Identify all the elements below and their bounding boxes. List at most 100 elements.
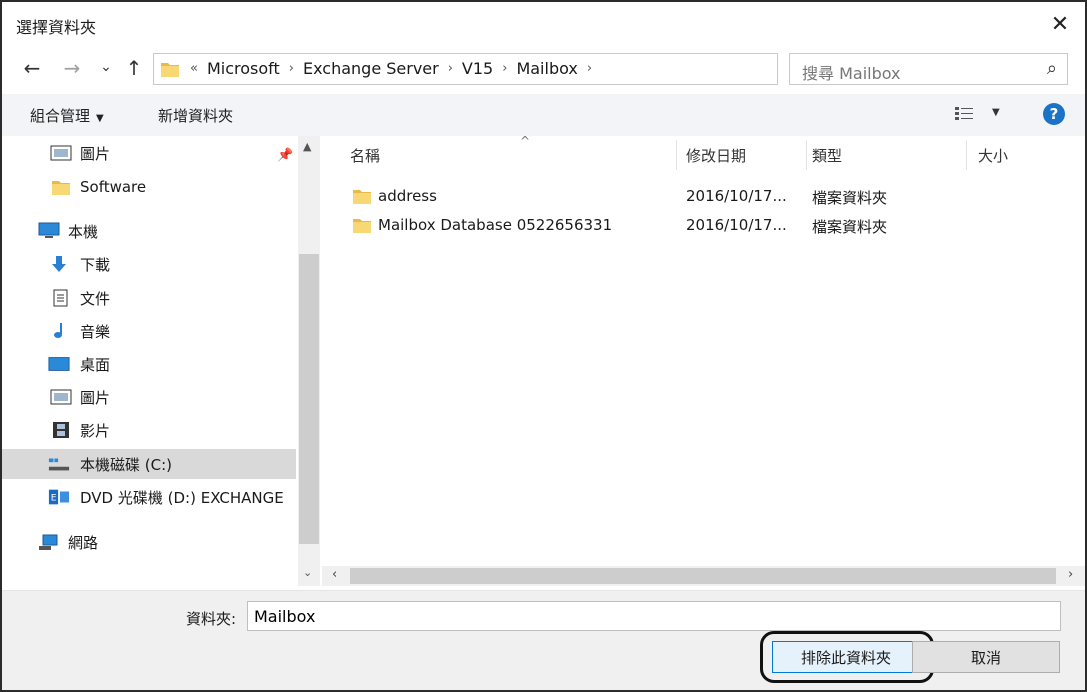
videos-icon [53,422,69,438]
organize-label: 組合管理 [30,107,91,125]
help-icon[interactable]: ? [1043,103,1065,125]
scroll-right-icon[interactable]: › [1068,567,1073,582]
search-placeholder: 搜尋 Mailbox [802,64,901,83]
folder-icon [353,190,371,204]
horizontal-scrollbar[interactable]: ‹ › [322,566,1085,586]
organize-button[interactable]: 組合管理 ▼ [30,105,104,126]
sidebar-item-label: 圖片 [80,388,111,407]
sort-ascending-icon: ^ [520,134,531,148]
sidebar-item-software[interactable]: Software [2,172,296,202]
up-arrow-icon[interactable]: ↑ [122,56,146,80]
folder-picker-dialog: 選擇資料夾 ✕ ← → ⌄ ↑ « Microsoft › Exchange S… [0,0,1087,692]
network-icon [39,534,58,550]
column-header-label: 名稱 [350,146,381,165]
drive-icon [48,458,70,471]
scroll-left-icon[interactable]: ‹ [332,567,337,582]
cancel-button[interactable]: 取消 [912,641,1060,673]
sidebar-item-videos[interactable]: 影片 [2,415,296,445]
pictures-icon [50,389,72,405]
downloads-icon [52,256,66,272]
file-name: address [378,187,437,205]
sidebar-item-dvd-drive[interactable]: E DVD 光碟機 (D:) EXCHANGE [2,482,296,512]
file-type: 檔案資料夾 [812,189,888,207]
caret-down-icon: ▼ [96,113,104,124]
file-list: 名稱 ^ 修改日期 類型 大小 address 2016/10/17... 檔案… [322,134,1085,590]
sidebar-item-label: 音樂 [80,322,111,341]
breadcrumb-item[interactable]: Mailbox [509,59,584,78]
chevron-right-icon[interactable]: › [287,61,296,76]
column-header-date[interactable]: 修改日期 [678,136,804,174]
sidebar-item-label: 文件 [80,289,111,308]
search-input[interactable]: 搜尋 Mailbox ⌕ [789,53,1068,85]
file-row[interactable]: Mailbox Database 0522656331 2016/10/17..… [346,211,1066,239]
sidebar-item-pictures[interactable]: 圖片 [2,382,296,412]
chevron-right-icon[interactable]: › [585,61,594,76]
select-folder-button[interactable]: 排除此資料夾 [772,641,920,673]
desktop-icon [48,357,70,371]
sidebar-item-label: Software [80,178,147,196]
column-divider[interactable] [676,140,677,170]
sidebar-item-label: 桌面 [80,355,111,374]
scroll-down-icon[interactable]: ⌄ [303,566,312,579]
file-type: 檔案資料夾 [812,218,888,236]
sidebar-item-pictures-pinned[interactable]: 圖片 [2,138,296,168]
scrollbar-thumb[interactable] [350,568,1056,584]
sidebar-item-desktop[interactable]: 桌面 [2,349,296,379]
title-bar: 選擇資料夾 ✕ [2,2,1085,46]
sidebar-item-label: DVD 光碟機 (D:) EXCHANGE [80,488,284,507]
sidebar-item-label: 影片 [80,421,111,440]
chevron-right-icon[interactable]: › [446,61,455,76]
breadcrumb-item[interactable]: Microsoft [200,59,287,78]
sidebar-item-label: 下載 [80,255,111,274]
caret-down-icon[interactable]: ▼ [992,107,1000,118]
column-header-name[interactable]: 名稱 ^ [342,134,672,174]
window-title: 選擇資料夾 [16,18,97,37]
address-bar[interactable]: « Microsoft › Exchange Server › V15 › Ma… [153,53,915,85]
sidebar-item-label: 圖片 [80,144,111,163]
navigation-pane: 圖片 📌 Software 本機 下載 文件 音樂 桌面 圖片 影片 本機磁碟 … [2,136,322,590]
dvd-icon: E [48,489,70,505]
column-header-size[interactable]: 大小 [970,136,1070,174]
forward-arrow-icon[interactable]: → [60,56,84,80]
sidebar-item-network[interactable]: 網路 [2,527,296,557]
folder-field-label: 資料夾: [186,610,237,628]
view-options-icon[interactable] [954,106,974,122]
navigation-row: ← → ⌄ ↑ « Microsoft › Exchange Server › … [2,46,1085,92]
sidebar-item-label: 網路 [68,533,99,552]
breadcrumb: « Microsoft › Exchange Server › V15 › Ma… [188,59,594,78]
sidebar-item-music[interactable]: 音樂 [2,316,296,346]
scrollbar-thumb[interactable] [299,254,319,544]
chevron-right-icon[interactable]: › [500,61,509,76]
breadcrumb-item[interactable]: Exchange Server [296,59,446,78]
folder-name-field[interactable] [247,601,1061,631]
sidebar-item-documents[interactable]: 文件 [2,283,296,313]
close-icon[interactable]: ✕ [1043,8,1077,40]
breadcrumb-overflow-icon[interactable]: « [188,61,200,76]
pin-icon[interactable]: 📌 [277,148,293,163]
svg-text:E: E [51,493,57,504]
command-toolbar: 組合管理 ▼ 新增資料夾 ▼ ? [2,94,1085,136]
folder-icon [52,181,70,195]
file-modified: 2016/10/17... [686,187,787,205]
column-header-type[interactable]: 類型 [804,136,964,174]
sidebar-item-label: 本機 [68,222,99,241]
sidebar-item-local-disk-c[interactable]: 本機磁碟 (C:) [2,449,296,479]
file-row[interactable]: address 2016/10/17... 檔案資料夾 [346,182,1066,210]
computer-icon [38,222,60,238]
breadcrumb-item[interactable]: V15 [455,59,500,78]
back-arrow-icon[interactable]: ← [20,56,44,80]
navigation-scrollbar[interactable]: ▲ ⌄ [298,136,320,586]
music-icon [54,323,62,338]
sidebar-item-downloads[interactable]: 下載 [2,249,296,279]
sidebar-item-this-pc[interactable]: 本機 [2,216,296,246]
search-icon[interactable]: ⌕ [1047,58,1057,79]
documents-icon [53,289,68,307]
new-folder-button[interactable]: 新增資料夾 [158,105,233,126]
pictures-icon [50,145,72,161]
sidebar-item-label: 本機磁碟 (C:) [80,455,172,474]
recent-locations-chevron-icon[interactable]: ⌄ [94,59,118,75]
column-divider[interactable] [966,140,967,170]
folder-icon [161,63,179,77]
scroll-up-icon[interactable]: ▲ [303,140,311,153]
dialog-footer: 資料夾: 排除此資料夾 取消 [2,590,1085,690]
